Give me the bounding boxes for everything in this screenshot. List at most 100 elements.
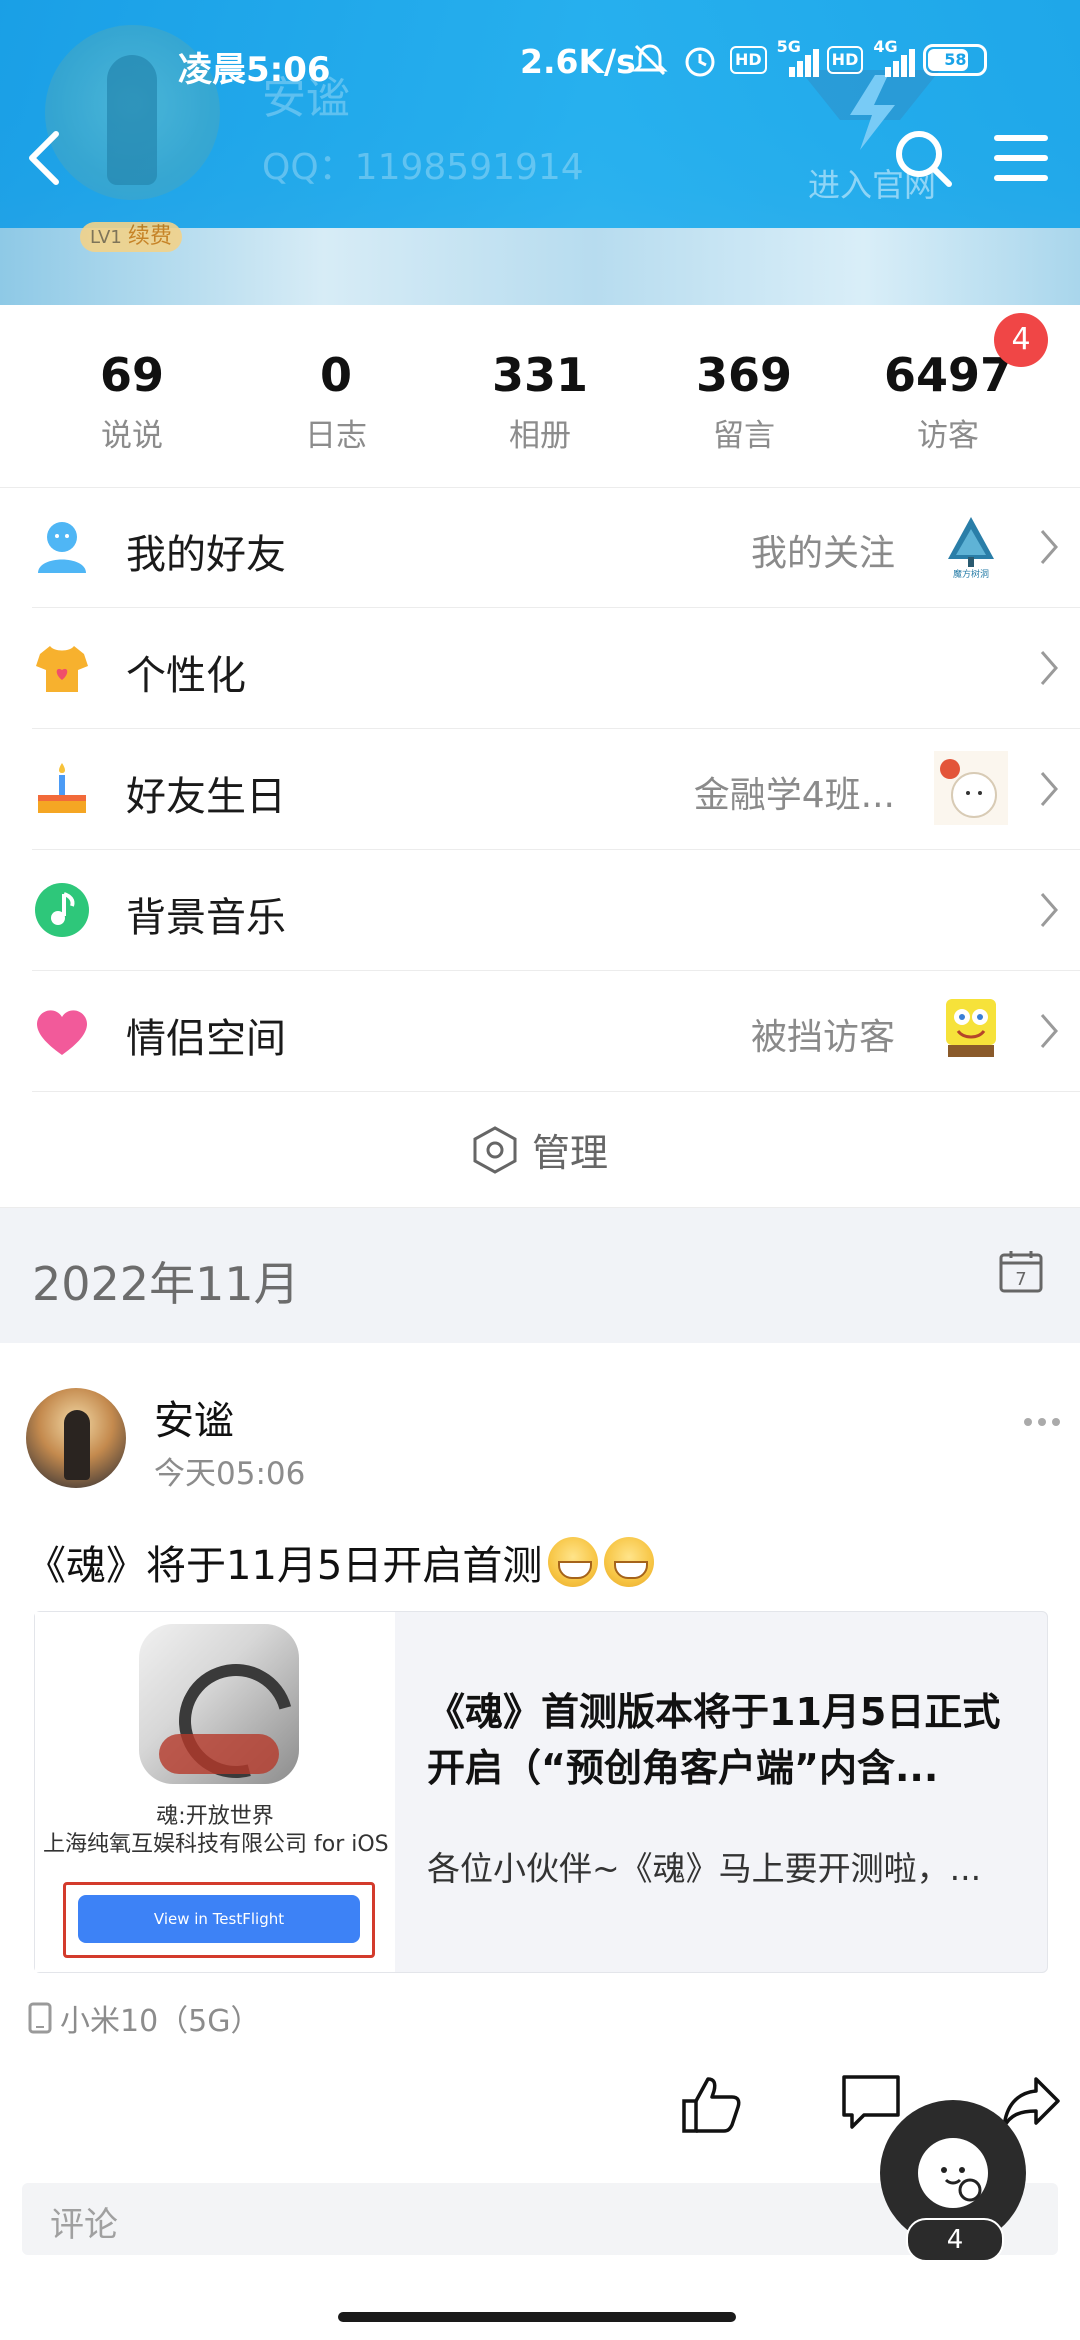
battery-level: 58 [944,50,967,69]
stat-label: 访客 [917,418,979,454]
like-icon[interactable] [680,2073,742,2135]
back-arrow-icon[interactable] [22,128,66,188]
grin-emoji-icon [548,1537,599,1587]
menu-title: 情侣空间 [126,1016,286,1062]
mute-bell-icon [632,44,668,76]
music-icon [35,883,89,937]
post-time: 今天05:06 [154,1456,306,1492]
level-text: LV1 [90,227,122,248]
grin-emoji-icon [604,1537,655,1587]
battery-icon: 58 [923,44,988,76]
app-developer: 上海纯氧互娱科技有限公司 for iOS [43,1832,389,1857]
chevron-right-icon [1040,651,1058,685]
network-type-2: 4G [873,37,898,56]
testflight-button: View in TestFlight [78,1895,360,1943]
card-thumbnail: 魂:开放世界 上海纯氧互娱科技有限公司 for iOS View in Test… [35,1612,395,1972]
date-section-header: 2022年11月 7 [0,1208,1080,1343]
chevron-right-icon [1040,530,1058,564]
menu-title: 个性化 [126,653,246,699]
manage-button[interactable]: 管理 [0,1087,1080,1208]
stat-label: 相册 [509,418,571,454]
card-title: 《魂》首测版本将于11月5日正式开启（“预创角客户端”内含... [427,1690,1001,1790]
vip-level-badge[interactable]: LV1 续费 [80,222,182,252]
post-text: 《魂》将于11月5日开启首测 [26,1533,655,1591]
menu-subtitle: 金融学4班... [693,775,895,816]
profile-header: LV1 续费 安谧 QQ：1198591914 进入官网 凌晨5:06 2.6K/… [0,0,1080,305]
stat-blog[interactable]: 0 日志 [234,305,438,487]
stat-messages[interactable]: 369 留言 [642,305,846,487]
menu-row-couple[interactable]: 情侣空间 被挡访客 [32,971,1080,1092]
cake-icon [38,763,86,813]
renew-label: 续费 [127,224,172,249]
stat-album[interactable]: 331 相册 [438,305,642,487]
friends-icon [38,522,86,573]
calendar-icon[interactable]: 7 [998,1248,1044,1294]
chevron-right-icon [1040,772,1058,806]
hexagon-settings-icon [473,1125,517,1174]
clock: 凌晨5:06 [178,50,331,90]
author-avatar[interactable] [26,1388,126,1488]
tree-thumb: 魔方树洞 [948,517,994,580]
menu-row-birthday[interactable]: 好友生日 金融学4班... [32,729,1080,850]
author-name[interactable]: 安谧 [154,1388,234,1446]
shared-link-card[interactable]: 魂:开放世界 上海纯氧互娱科技有限公司 for iOS View in Test… [34,1611,1048,1973]
post-text-content: 《魂》将于11月5日开启首测 [26,1543,543,1589]
stat-label: 日志 [305,418,367,454]
sponge-thumb [946,999,996,1057]
visitor-badge: 4 [994,313,1048,367]
chevron-right-icon [1040,1014,1058,1048]
home-indicator[interactable] [338,2312,736,2322]
menu-title: 背景音乐 [126,895,286,941]
heart-icon [37,1010,87,1055]
more-options-icon[interactable] [1022,1415,1062,1429]
menu-title: 我的好友 [126,532,286,578]
hd-icon-2: HD [826,46,864,74]
stat-label: 留言 [713,418,775,454]
floating-count-badge: 4 [906,2218,1004,2262]
hd-icon: HD [730,46,767,74]
manage-label: 管理 [531,1131,608,1175]
svg-text:魔方树洞: 魔方树洞 [953,568,989,580]
stat-value: 369 [695,348,793,402]
signal-4g-icon: 4G [873,37,916,77]
net-speed: 2.6K/s [520,42,636,81]
phone-icon [28,2002,52,2034]
highlight-frame: View in TestFlight [63,1882,375,1958]
mascot-icon [941,2167,982,2202]
mascot-face-icon [918,2138,988,2208]
comment-icon[interactable] [840,2073,902,2133]
menu-row-friends[interactable]: 我的好友 我的关注 魔方树洞 [32,487,1080,608]
card-description: 各位小伙伴~《魂》马上要开测啦，... [427,1849,982,1888]
menu-row-music[interactable]: 背景音乐 [32,850,1080,971]
status-bar: 凌晨5:06 2.6K/s HD 5G HD 4G 58 [0,37,1080,90]
profile-qq: QQ：1198591914 [262,147,584,188]
device-info: 小米10（5G） [28,1996,261,2040]
search-icon[interactable] [893,128,953,188]
share-icon[interactable] [1000,2073,1062,2133]
menu-title: 好友生日 [126,774,286,820]
feature-list: 我的好友 我的关注 魔方树洞 个性化 好友生日 金融学4班... 背景音乐 情侣… [0,487,1080,1092]
stat-value: 0 [319,348,352,402]
stats-row: 69 说说 0 日志 331 相册 369 留言 6497 访客 4 [0,305,1080,488]
date-label: 2022年11月 [32,1257,300,1311]
chevron-right-icon [1040,893,1058,927]
calendar-day: 7 [1015,1269,1026,1290]
status-icons: HD 5G HD 4G 58 [630,37,988,80]
tshirt-icon [36,646,88,692]
menu-subtitle: 被挡访客 [750,1017,895,1058]
device-name: 小米10（5G） [60,2004,261,2039]
network-type: 5G [776,37,801,56]
alarm-icon [685,47,715,77]
comment-placeholder: 评论 [50,2205,118,2245]
app-icon [139,1624,299,1784]
stat-value: 69 [99,348,164,402]
menu-icon[interactable] [993,132,1049,184]
cat-thumb [934,751,1008,825]
stat-shuoshuo[interactable]: 69 说说 [30,305,234,487]
signal-5g-icon: 5G [777,37,819,77]
stat-visitors[interactable]: 6497 访客 4 [846,305,1050,487]
stat-value: 331 [491,348,589,402]
menu-subtitle: 我的关注 [750,533,895,574]
stat-label: 说说 [101,418,163,454]
menu-row-personalize[interactable]: 个性化 [32,608,1080,729]
